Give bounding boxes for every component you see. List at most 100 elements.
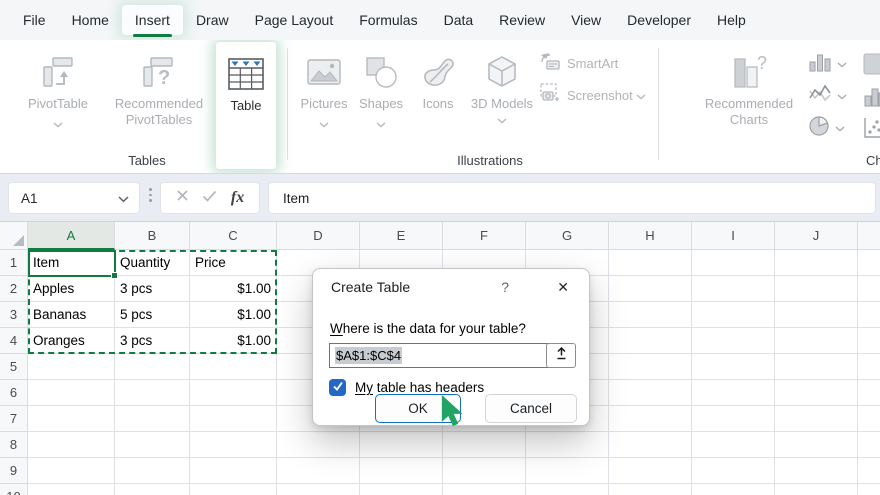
- cell-C10[interactable]: [190, 484, 277, 495]
- row-header-1[interactable]: 1: [0, 250, 28, 276]
- cell-B10[interactable]: [115, 484, 190, 495]
- cell-B4[interactable]: 3 pcs: [115, 328, 190, 354]
- cell-A6[interactable]: [28, 380, 115, 406]
- ribbon-tab-review[interactable]: Review: [486, 5, 558, 35]
- formula-input[interactable]: Item: [268, 182, 876, 214]
- ribbon-tab-home[interactable]: Home: [59, 5, 122, 35]
- cell-D10[interactable]: [277, 484, 360, 495]
- cell-I3[interactable]: [692, 302, 775, 328]
- insert-column-chart-button[interactable]: [808, 48, 847, 80]
- ribbon-tab-page-layout[interactable]: Page Layout: [242, 5, 347, 35]
- name-box[interactable]: A1: [8, 182, 140, 214]
- row-header-2[interactable]: 2: [0, 276, 28, 302]
- cell-H5[interactable]: [609, 354, 692, 380]
- cell-J9[interactable]: [775, 458, 858, 484]
- cell-G10[interactable]: [526, 484, 609, 495]
- cell-A7[interactable]: [28, 406, 115, 432]
- cell-K1[interactable]: [858, 250, 880, 276]
- cell-J10[interactable]: [775, 484, 858, 495]
- cell-E10[interactable]: [360, 484, 443, 495]
- cell-H1[interactable]: [609, 250, 692, 276]
- cell-I5[interactable]: [692, 354, 775, 380]
- cell-B9[interactable]: [115, 458, 190, 484]
- column-header-J[interactable]: J: [775, 222, 858, 250]
- table-button[interactable]: Table: [216, 42, 276, 169]
- insert-function-button[interactable]: fx: [231, 189, 244, 207]
- column-header-C[interactable]: C: [190, 222, 277, 250]
- cell-B1[interactable]: Quantity: [115, 250, 190, 276]
- cell-H6[interactable]: [609, 380, 692, 406]
- shapes-button[interactable]: Shapes: [352, 40, 410, 133]
- cell-K10[interactable]: [858, 484, 880, 495]
- cell-B2[interactable]: 3 pcs: [115, 276, 190, 302]
- recommended-charts-button[interactable]: ? Recommended Charts: [688, 40, 810, 128]
- insert-pie-chart-button[interactable]: [808, 112, 847, 144]
- cell-B5[interactable]: [115, 354, 190, 380]
- cell-J7[interactable]: [775, 406, 858, 432]
- cell-J8[interactable]: [775, 432, 858, 458]
- headers-checkbox-label[interactable]: My table has headers: [355, 380, 484, 395]
- cell-H10[interactable]: [609, 484, 692, 495]
- ribbon-tab-view[interactable]: View: [558, 5, 614, 35]
- cell-H2[interactable]: [609, 276, 692, 302]
- row-header-7[interactable]: 7: [0, 406, 28, 432]
- cell-C7[interactable]: [190, 406, 277, 432]
- cell-K5[interactable]: [858, 354, 880, 380]
- cell-I1[interactable]: [692, 250, 775, 276]
- cell-K9[interactable]: [858, 458, 880, 484]
- cell-H3[interactable]: [609, 302, 692, 328]
- headers-checkbox[interactable]: [329, 379, 346, 396]
- cell-A10[interactable]: [28, 484, 115, 495]
- collapse-dialog-button[interactable]: [546, 343, 576, 368]
- cell-K7[interactable]: [858, 406, 880, 432]
- cell-E9[interactable]: [360, 458, 443, 484]
- column-header-A[interactable]: A: [28, 222, 115, 250]
- column-header-H[interactable]: H: [609, 222, 692, 250]
- cell-J4[interactable]: [775, 328, 858, 354]
- cell-I2[interactable]: [692, 276, 775, 302]
- row-header-6[interactable]: 6: [0, 380, 28, 406]
- ribbon-tab-help[interactable]: Help: [704, 5, 759, 35]
- cell-K8[interactable]: [858, 432, 880, 458]
- cell-K4[interactable]: [858, 328, 880, 354]
- cell-K2[interactable]: [858, 276, 880, 302]
- dialog-help-button[interactable]: ?: [501, 279, 509, 295]
- insert-line-chart-button[interactable]: [808, 80, 847, 112]
- pivottable-button[interactable]: PivotTable: [14, 40, 102, 133]
- ribbon-tab-insert[interactable]: Insert: [121, 5, 183, 37]
- cell-G8[interactable]: [526, 432, 609, 458]
- cancel-entry-icon[interactable]: [176, 189, 189, 207]
- confirm-entry-icon[interactable]: [202, 189, 217, 207]
- row-header-8[interactable]: 8: [0, 432, 28, 458]
- cell-A3[interactable]: Bananas: [28, 302, 115, 328]
- dialog-close-button[interactable]: ✕: [553, 277, 573, 298]
- cell-K3[interactable]: [858, 302, 880, 328]
- ribbon-tab-formulas[interactable]: Formulas: [346, 5, 430, 35]
- row-header-9[interactable]: 9: [0, 458, 28, 484]
- column-header-I[interactable]: I: [692, 222, 775, 250]
- column-header-B[interactable]: B: [115, 222, 190, 250]
- cell-B6[interactable]: [115, 380, 190, 406]
- cell-C5[interactable]: [190, 354, 277, 380]
- row-header-4[interactable]: 4: [0, 328, 28, 354]
- column-header-F[interactable]: F: [443, 222, 526, 250]
- cell-E8[interactable]: [360, 432, 443, 458]
- cell-D9[interactable]: [277, 458, 360, 484]
- column-header-K[interactable]: K: [858, 222, 880, 250]
- cell-A4[interactable]: Oranges: [28, 328, 115, 354]
- smartart-button[interactable]: SmartArt: [540, 50, 646, 76]
- cell-H8[interactable]: [609, 432, 692, 458]
- column-header-D[interactable]: D: [277, 222, 360, 250]
- column-header-G[interactable]: G: [526, 222, 609, 250]
- select-all-corner[interactable]: [0, 222, 28, 250]
- ribbon-tab-data[interactable]: Data: [431, 5, 487, 35]
- cell-I8[interactable]: [692, 432, 775, 458]
- cell-I10[interactable]: [692, 484, 775, 495]
- row-header-3[interactable]: 3: [0, 302, 28, 328]
- cell-F8[interactable]: [443, 432, 526, 458]
- icons-button[interactable]: Icons: [410, 40, 466, 133]
- cell-A1[interactable]: Item: [28, 250, 115, 276]
- cell-C6[interactable]: [190, 380, 277, 406]
- cell-B3[interactable]: 5 pcs: [115, 302, 190, 328]
- cell-F9[interactable]: [443, 458, 526, 484]
